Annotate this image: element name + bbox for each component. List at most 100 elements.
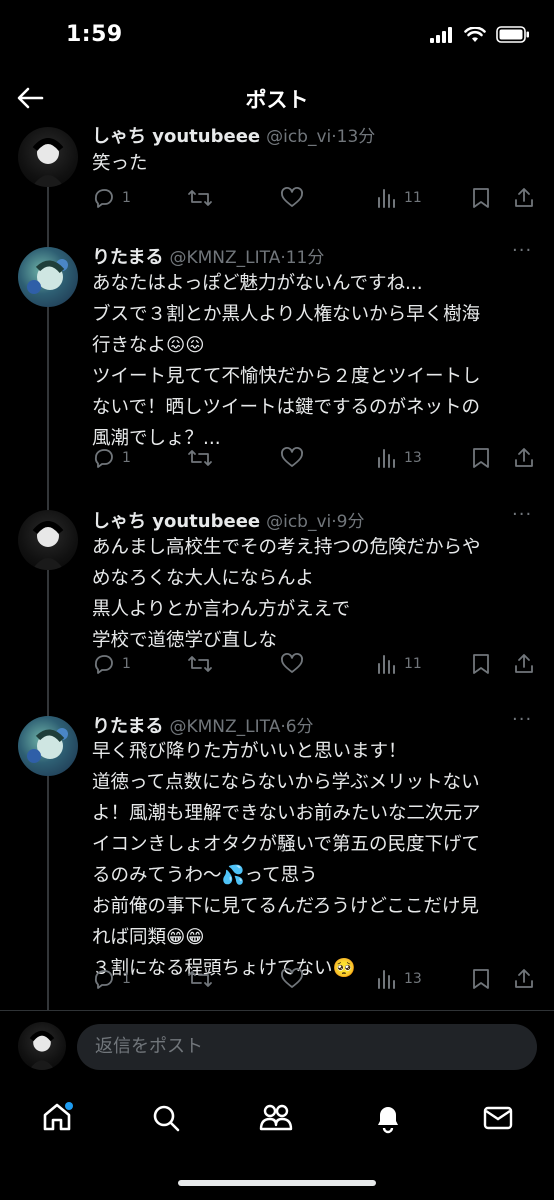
like-button[interactable] (280, 967, 304, 991)
reply-input[interactable]: 返信をポスト (77, 1024, 537, 1070)
tweet-author-name[interactable]: りたまる (92, 247, 163, 268)
like-icon (281, 653, 303, 673)
bookmark-icon (473, 188, 489, 208)
status-icons (430, 26, 530, 43)
views-icon (378, 970, 395, 989)
more-options-icon[interactable]: ··· (512, 504, 532, 525)
share-button[interactable] (512, 652, 536, 676)
bookmark-button[interactable] (470, 186, 492, 210)
tweet-header: りたまる @KMNZ_LITA·11分 (92, 247, 325, 268)
signal-icon (430, 26, 452, 43)
like-icon (281, 447, 303, 467)
tweet-text: 早く飛び降りた方がいいと思います！ 道徳って点数にならないから学ぶメリットない … (92, 741, 481, 979)
tweet-actions: 1 11 (92, 186, 537, 214)
views-button[interactable]: 13 (376, 446, 422, 470)
tweet-header: りたまる @KMNZ_LITA·6分 (92, 716, 314, 737)
retweet-button[interactable] (187, 186, 213, 210)
reply-count: 1 (122, 190, 131, 206)
communities-icon[interactable] (258, 1101, 294, 1135)
wifi-icon (464, 26, 486, 42)
share-button[interactable] (512, 967, 536, 991)
views-button[interactable]: 11 (376, 652, 422, 676)
view-count: 11 (404, 656, 422, 672)
tweet-actions: 1 13 (92, 967, 537, 995)
tweet-time: 13分 (336, 127, 376, 147)
like-button[interactable] (280, 446, 304, 470)
tweet-text: あんまし高校生でその考え持つの危険だからや めなろくな大人にならんよ 黒人よりと… (92, 537, 481, 651)
views-icon (378, 449, 395, 468)
more-options-icon[interactable]: ··· (512, 240, 532, 261)
bookmark-icon (473, 969, 489, 989)
retweet-button[interactable] (187, 967, 213, 991)
status-time: 1:59 (66, 22, 123, 47)
reply-icon (94, 655, 113, 674)
battery-icon (496, 26, 529, 43)
search-icon[interactable] (150, 1102, 182, 1134)
thread-line (47, 185, 49, 1020)
tweet-actions: 1 13 (92, 446, 537, 474)
share-button[interactable] (512, 186, 536, 210)
views-icon (378, 655, 395, 674)
share-icon (515, 969, 533, 988)
like-button[interactable] (280, 652, 304, 676)
tweet-handle[interactable]: @KMNZ_LITA (169, 248, 280, 268)
reply-button[interactable]: 1 (92, 967, 131, 991)
views-icon (378, 189, 395, 208)
tweet-handle[interactable]: @icb_vi (266, 512, 331, 532)
reply-icon (94, 449, 113, 468)
notifications-icon[interactable] (372, 1101, 404, 1135)
like-icon (281, 187, 303, 207)
view-count: 13 (404, 450, 422, 466)
avatar[interactable] (18, 716, 78, 776)
more-options-icon[interactable]: ··· (512, 709, 532, 730)
tweet-header: しゃち youtubeee @icb_vi·13分 (92, 126, 376, 147)
tweet-time: 6分 (285, 717, 314, 737)
bookmark-icon (473, 448, 489, 468)
reply-icon (94, 189, 113, 208)
view-count: 11 (404, 190, 422, 206)
bookmark-icon (473, 654, 489, 674)
tweet-actions: 1 11 (92, 652, 537, 680)
retweet-icon (188, 450, 212, 466)
tweet-author-name[interactable]: りたまる (92, 716, 163, 737)
retweet-icon (188, 656, 212, 672)
share-icon (515, 654, 533, 673)
home-icon[interactable] (40, 1100, 74, 1134)
share-icon (515, 188, 533, 207)
retweet-icon (188, 190, 212, 206)
tweet-text: 笑った (92, 153, 148, 174)
reply-count: 1 (122, 971, 131, 987)
messages-icon[interactable] (482, 1103, 514, 1133)
tweet-author-name[interactable]: しゃち youtubeee (92, 511, 260, 532)
share-button[interactable] (512, 446, 536, 470)
home-indicator (178, 1180, 376, 1186)
avatar[interactable] (18, 247, 78, 307)
reply-button[interactable]: 1 (92, 186, 131, 210)
bookmark-button[interactable] (470, 652, 492, 676)
my-avatar[interactable] (18, 1022, 66, 1070)
reply-button[interactable]: 1 (92, 652, 131, 676)
tweet-handle[interactable]: @KMNZ_LITA (169, 717, 280, 737)
avatar[interactable] (18, 127, 78, 187)
reply-button[interactable]: 1 (92, 446, 131, 470)
reply-count: 1 (122, 450, 131, 466)
reply-icon (94, 970, 113, 989)
reply-count: 1 (122, 656, 131, 672)
view-count: 13 (404, 971, 422, 987)
share-icon (515, 448, 533, 467)
like-button[interactable] (280, 186, 304, 210)
views-button[interactable]: 11 (376, 186, 422, 210)
retweet-button[interactable] (187, 652, 213, 676)
like-icon (281, 968, 303, 988)
tweet-text: あなたはよっぽど魅力がないんですね... ブスで３割とか黒人より人権ないから早く… (92, 273, 481, 449)
bookmark-button[interactable] (470, 967, 492, 991)
bookmark-button[interactable] (470, 446, 492, 470)
avatar[interactable] (18, 510, 78, 570)
views-button[interactable]: 13 (376, 967, 422, 991)
retweet-button[interactable] (187, 446, 213, 470)
retweet-icon (188, 971, 212, 987)
tweet-handle[interactable]: @icb_vi (266, 127, 331, 147)
tweet-author-name[interactable]: しゃち youtubeee (92, 126, 260, 147)
tweet-time: 11分 (285, 248, 325, 268)
tweet-time: 9分 (336, 512, 365, 532)
